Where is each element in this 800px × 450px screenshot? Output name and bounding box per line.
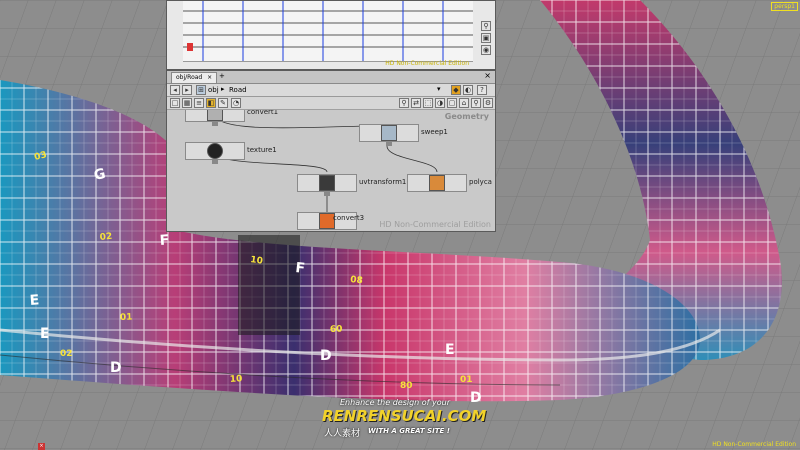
- road-label: 08: [350, 275, 364, 286]
- road-label: E: [445, 342, 455, 358]
- road-label: D: [110, 360, 122, 376]
- pin-icon[interactable]: ◆: [451, 85, 461, 95]
- tab-network[interactable]: obj/Road ×: [171, 72, 218, 84]
- road-label: 10: [230, 374, 243, 385]
- node-label: polyca: [469, 178, 492, 186]
- road-label: 01: [120, 313, 133, 323]
- brand-site: RENRENSUCAI.COM: [322, 407, 487, 425]
- node-label: uvtransform1: [359, 178, 407, 186]
- network-canvas[interactable]: Geometry convert1 sweep1 texture1 uvtran…: [167, 110, 495, 231]
- node-sweep1[interactable]: sweep1: [359, 124, 489, 146]
- search-icon[interactable]: ⚲: [471, 98, 481, 108]
- timeline-side-tools[interactable]: ⚲ ▣ ◉: [481, 21, 491, 57]
- color-icon[interactable]: ◧: [206, 98, 216, 108]
- tab-close-icon[interactable]: ×: [207, 74, 212, 81]
- road-label: D: [320, 348, 332, 364]
- key-icon[interactable]: ◉: [481, 45, 491, 55]
- road-label: F: [159, 232, 170, 249]
- add-tab-icon[interactable]: +: [219, 72, 225, 80]
- panel-close-icon[interactable]: ×: [484, 71, 491, 80]
- brand-watermark: Enhance the design of your RENRENSUCAI.C…: [322, 398, 486, 439]
- road-label: 60: [330, 325, 343, 335]
- settings-icon[interactable]: ⚙: [483, 98, 493, 108]
- grid-icon[interactable]: ▦: [182, 98, 192, 108]
- network-editor-panel[interactable]: obj/Road × + × ◂ ▸ ⊞ obj ▸ Road ▾ ◆ ◐ ? …: [166, 70, 496, 232]
- viewport-watermark: HD Non-Commercial Edition: [712, 441, 796, 448]
- convert-icon: [207, 110, 223, 121]
- brand-slogan: WITH A GREAT SITE !: [368, 427, 450, 435]
- uvtransform-icon: [319, 175, 335, 191]
- road-label: 01: [460, 375, 473, 385]
- zoom-icon[interactable]: ⚲: [399, 98, 409, 108]
- node-polycap[interactable]: polyca: [407, 174, 495, 192]
- timeline-graph[interactable]: [183, 1, 473, 62]
- list-icon[interactable]: ≡: [194, 98, 204, 108]
- tab-bar: obj/Road × + ×: [167, 71, 495, 84]
- timeline-panel[interactable]: ⚲ ▣ ◉ HD Non-Commercial Edition: [166, 0, 496, 70]
- node-convert1[interactable]: convert1: [185, 110, 305, 126]
- timeline-curves: [183, 1, 473, 61]
- road-label: 02: [60, 349, 73, 359]
- frame-icon[interactable]: ▢: [447, 98, 457, 108]
- view-icon[interactable]: ◔: [231, 98, 241, 108]
- home-icon[interactable]: ⌂: [459, 98, 469, 108]
- network-toolbar: □ ▦ ≡ ◧ ✎ ◔ ⚲ ⇄ ⬚ ◑ ▢ ⌂ ⚲ ⚙: [167, 97, 495, 110]
- road-label: E: [29, 292, 40, 309]
- sweep-icon: [381, 125, 397, 141]
- help-icon[interactable]: ?: [477, 85, 487, 95]
- tab-label: obj/Road: [176, 74, 203, 81]
- road-label: E: [40, 326, 50, 342]
- back-icon[interactable]: ◂: [170, 85, 180, 95]
- road-label: 02: [99, 232, 113, 243]
- forward-icon[interactable]: ▸: [182, 85, 192, 95]
- node-label: sweep1: [421, 128, 448, 136]
- node-texture1[interactable]: texture1: [185, 142, 305, 164]
- path-root[interactable]: obj: [208, 86, 219, 94]
- network-watermark: HD Non-Commercial Edition: [379, 220, 491, 229]
- link-icon[interactable]: ◐: [463, 85, 473, 95]
- network-icon: ⊞: [196, 85, 206, 95]
- path-bar: ◂ ▸ ⊞ obj ▸ Road ▾ ◆ ◐ ?: [167, 84, 495, 97]
- layout-icon[interactable]: □: [170, 98, 180, 108]
- brand-cn: 人人素材: [324, 429, 361, 439]
- lock-icon[interactable]: ▣: [481, 33, 491, 43]
- timeline-watermark: HD Non-Commercial Edition: [385, 60, 469, 67]
- node-label: convert3: [333, 214, 365, 222]
- brand-tagline: Enhance the design of your: [340, 398, 451, 407]
- path-current[interactable]: Road: [229, 86, 247, 94]
- texture-icon: [207, 143, 223, 159]
- path-separator-icon: ▸: [221, 85, 225, 93]
- polycap-icon: [429, 175, 445, 191]
- snap-icon[interactable]: ⬚: [423, 98, 433, 108]
- small-close-icon[interactable]: ×: [38, 443, 45, 450]
- arrange-icon[interactable]: ⇄: [411, 98, 421, 108]
- display-icon[interactable]: ◑: [435, 98, 445, 108]
- corner-badge: persp1: [771, 2, 798, 11]
- road-label: 10: [250, 255, 264, 267]
- note-icon[interactable]: ✎: [218, 98, 228, 108]
- pin-icon[interactable]: ⚲: [481, 21, 491, 31]
- road-label: 80: [400, 381, 413, 391]
- node-label: texture1: [247, 146, 277, 154]
- path-dropdown[interactable]: ▾: [437, 85, 447, 95]
- road-label: F: [295, 260, 306, 277]
- node-label: convert1: [247, 110, 279, 116]
